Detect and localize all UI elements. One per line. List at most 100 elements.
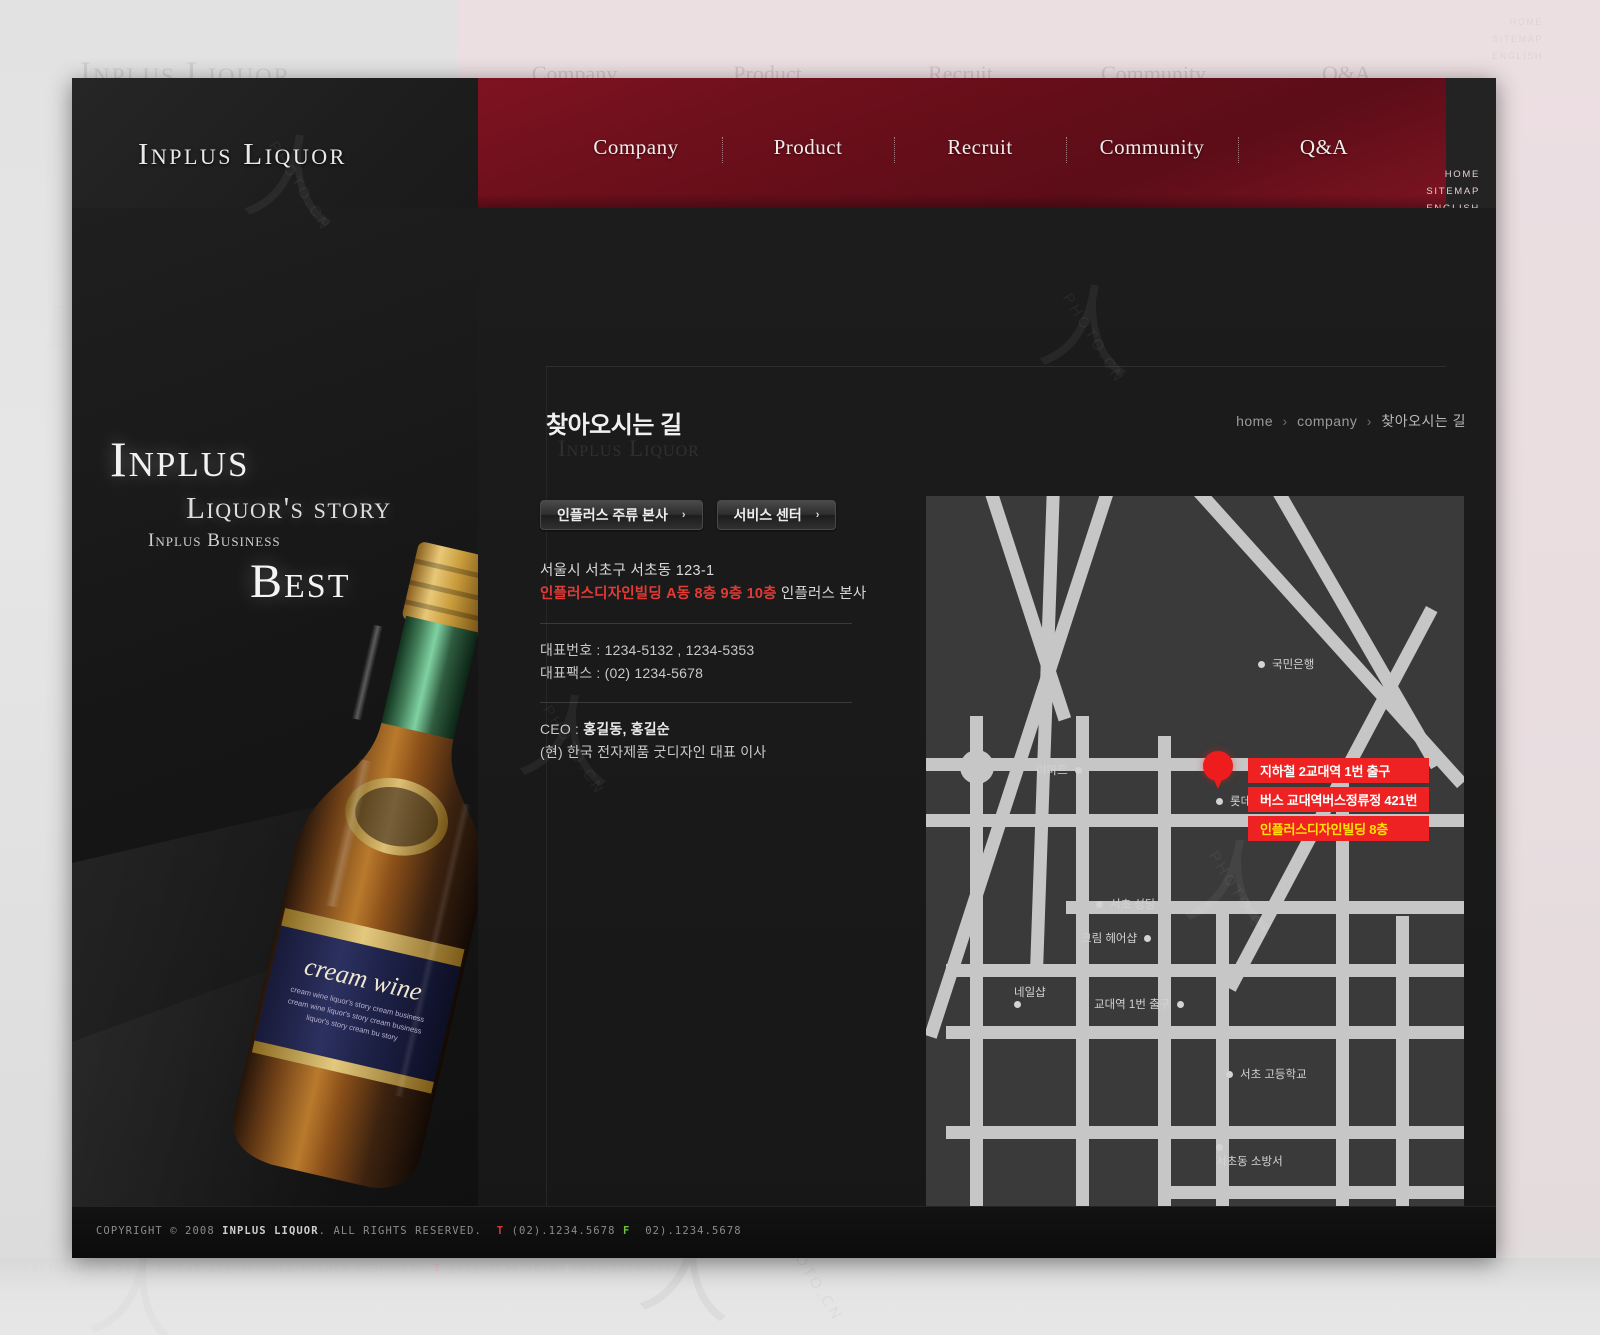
map-poi-label: 이마트 xyxy=(1036,765,1068,777)
chevron-right-icon: › xyxy=(681,509,686,521)
ghost-footer-brand: INPLUS LIQUOR xyxy=(155,1262,256,1275)
breadcrumb-home[interactable]: home xyxy=(1236,413,1273,429)
content-panel: 찾아오시는 길 Inplus Liquor home › company › 찾… xyxy=(478,208,1496,1258)
map-poi-dot xyxy=(1177,1000,1185,1008)
map-poi-label: 국민은행 xyxy=(1272,659,1315,671)
ghost-footer-tel: (02).1234.5678 xyxy=(448,1262,557,1275)
footer-fax-mark: F xyxy=(622,1225,631,1237)
ceo-row: CEO : 홍길동, 홍길순 xyxy=(540,718,852,741)
nav-item-product[interactable]: Product xyxy=(722,135,894,163)
footer-tel-mark: T xyxy=(496,1225,505,1237)
map-road-h6 xyxy=(946,1126,1464,1139)
map-poi-label: 서초 고등학교 xyxy=(1240,1069,1307,1081)
map-poi-seocho-high-school: 서초 고등학교 xyxy=(1226,1066,1307,1082)
nav-item-qa[interactable]: Q&A xyxy=(1238,135,1410,163)
map-location-pin xyxy=(1203,751,1233,789)
address-line-1: 서울시 서초구 서초동 123-1 xyxy=(540,563,715,579)
breadcrumb-separator-1: › xyxy=(1282,413,1288,429)
map-poi-dot xyxy=(1216,797,1223,805)
footer-tel: (02).1234.5678 xyxy=(511,1225,616,1237)
hero-headline-1: Inplus xyxy=(110,431,250,487)
map-poi-dot xyxy=(1096,900,1103,908)
nav-item-recruit[interactable]: Recruit xyxy=(894,135,1066,163)
website-mockup-window: Inplus Liquor company HOME SITEMAP ENGLI… xyxy=(72,78,1496,1258)
hero-headline-3: Inplus Business xyxy=(148,530,281,551)
map-poi-label: 서초 성당 xyxy=(1110,899,1156,911)
ghost-footer-fax-mark: F xyxy=(564,1262,573,1275)
ghost-footer-tel-mark: T xyxy=(433,1262,442,1275)
location-map[interactable]: 국민은행 이마트 롯데마트 서초 성당 크림 헤어샵 네일샵 xyxy=(926,496,1464,1226)
map-poi-dot xyxy=(1226,1070,1233,1078)
map-poi-gyodae-exit-1: 교대역 1번 출구 xyxy=(1094,996,1185,1012)
ghost-footer-fax: 02).1234.5678 xyxy=(580,1262,681,1275)
map-road-h4 xyxy=(946,964,1464,977)
map-callout-subway: 지하철 2교대역 1번 출구 xyxy=(1248,758,1430,783)
page-title: 찾아오시는 길 xyxy=(546,412,682,439)
ghost-home-link: HOME xyxy=(1509,17,1543,27)
map-poi-dot xyxy=(1014,1001,1021,1008)
ghost-sitemap-link: SITEMAP xyxy=(1492,34,1543,44)
map-poi-label: 교대역 1번 출구 xyxy=(1094,999,1171,1011)
map-road-v3 xyxy=(1158,736,1171,1226)
hero-text-block: Inplus Liquor's story Inplus Business Be… xyxy=(110,430,478,609)
ceo-label: CEO : xyxy=(540,721,584,737)
page-title-watermark: Inplus Liquor xyxy=(558,436,700,461)
footer-fax: 02).1234.5678 xyxy=(645,1225,742,1237)
map-road-h7 xyxy=(1158,1186,1464,1199)
hero-headline-4: Best xyxy=(250,555,351,608)
breadcrumb-separator-2: › xyxy=(1366,413,1372,429)
hero-panel: Inplus Liquor's story Inplus Business Be… xyxy=(72,208,478,1258)
tab-headquarters-label: 인플러스 주류 본사 xyxy=(557,507,668,523)
address-building-rest: 인플러스 본사 xyxy=(776,586,867,602)
sitemap-link[interactable]: SITEMAP xyxy=(1426,183,1480,200)
map-callout-bus: 버스 교대역버스정류정 421번 xyxy=(1248,787,1430,812)
map-poi-dot xyxy=(1144,934,1152,942)
location-tabs: 인플러스 주류 본사 › 서비스 센터 › xyxy=(540,500,837,530)
ghost-footer: COPYRIGHT © 2008 INPLUS LIQUOR. ALL RIGH… xyxy=(24,1262,681,1275)
telephone-row: 대표번호 : 1234-5132 , 1234-5353 xyxy=(540,639,852,662)
map-poi-emart: 이마트 xyxy=(1036,762,1082,778)
map-callout-building: 인플러스디자인빌딩 8층 xyxy=(1248,816,1430,841)
nav-item-company[interactable]: Company xyxy=(550,135,722,160)
map-poi-seocho-cathedral: 서초 성당 xyxy=(1096,896,1156,912)
site-header: Inplus Liquor company HOME SITEMAP ENGLI… xyxy=(72,78,1496,271)
footer-brand: INPLUS LIQUOR xyxy=(222,1225,319,1237)
ghost-footer-pre: COPYRIGHT © 2008 xyxy=(24,1262,156,1275)
nav-item-community[interactable]: Community xyxy=(1066,135,1238,163)
contact-info-block: 서울시 서초구 서초동 123-1 인플러스디자인빌딩 A동 8층 9층 10층… xyxy=(540,560,866,764)
map-poi-nail-shop: 네일샵 xyxy=(1014,984,1046,1008)
footer-copyright-pre: COPYRIGHT © 2008 xyxy=(96,1225,223,1237)
map-road-v4 xyxy=(1216,901,1229,1226)
fax-value: (02) 1234-5678 xyxy=(604,665,704,681)
map-intersection-node xyxy=(960,750,994,784)
site-logo[interactable]: Inplus Liquor xyxy=(138,136,347,172)
ghost-utility-links: HOME SITEMAP ENGLISH xyxy=(1492,14,1543,65)
map-poi-label: 서초동 소방서 xyxy=(1216,1156,1283,1168)
map-road-v6 xyxy=(1396,916,1409,1226)
hero-headline-2: Liquor's story xyxy=(186,490,392,525)
breadcrumb-current: 찾아오시는 길 xyxy=(1381,413,1466,429)
address-building-highlight: 인플러스디자인빌딩 A동 8층 9층 10층 xyxy=(540,586,777,602)
address-line-2: 인플러스디자인빌딩 A동 8층 9층 10층 인플러스 본사 xyxy=(540,582,866,606)
primary-navigation: Company Product Recruit Community Q&A xyxy=(550,126,1410,168)
breadcrumb-company[interactable]: company xyxy=(1297,413,1357,429)
map-poi-kookmin-bank: 국민은행 xyxy=(1258,656,1314,672)
breadcrumb: home › company › 찾아오시는 길 xyxy=(1236,411,1466,431)
chevron-right-icon: › xyxy=(815,509,820,521)
fax-label: 대표팩스 : xyxy=(540,665,605,681)
footer-copyright: COPYRIGHT © 2008 INPLUS LIQUOR. ALL RIGH… xyxy=(96,1225,742,1237)
fax-row: 대표팩스 : (02) 1234-5678 xyxy=(540,662,852,685)
footer-copyright-post: . ALL RIGHTS RESERVED. xyxy=(318,1225,482,1237)
divider-2 xyxy=(540,702,852,703)
telephone-value: 1234-5132 , 1234-5353 xyxy=(604,642,755,658)
map-poi-dot xyxy=(1216,1144,1223,1151)
map-callout-group: 지하철 2교대역 1번 출구 버스 교대역버스정류정 421번 인플러스디자인빌… xyxy=(1248,758,1430,845)
home-link[interactable]: HOME xyxy=(1426,166,1480,183)
ceo-title-row: (현) 한국 전자제품 굿디자인 대표 이사 xyxy=(540,744,767,760)
tab-service-center[interactable]: 서비스 센터 › xyxy=(716,500,837,530)
ceo-name: 홍길동, 홍길순 xyxy=(583,721,670,737)
map-poi-dot xyxy=(1258,660,1265,668)
map-poi-dot xyxy=(1074,766,1082,774)
tab-headquarters[interactable]: 인플러스 주류 본사 › xyxy=(540,500,703,530)
map-poi-label: 크림 헤어샵 xyxy=(1081,933,1138,945)
